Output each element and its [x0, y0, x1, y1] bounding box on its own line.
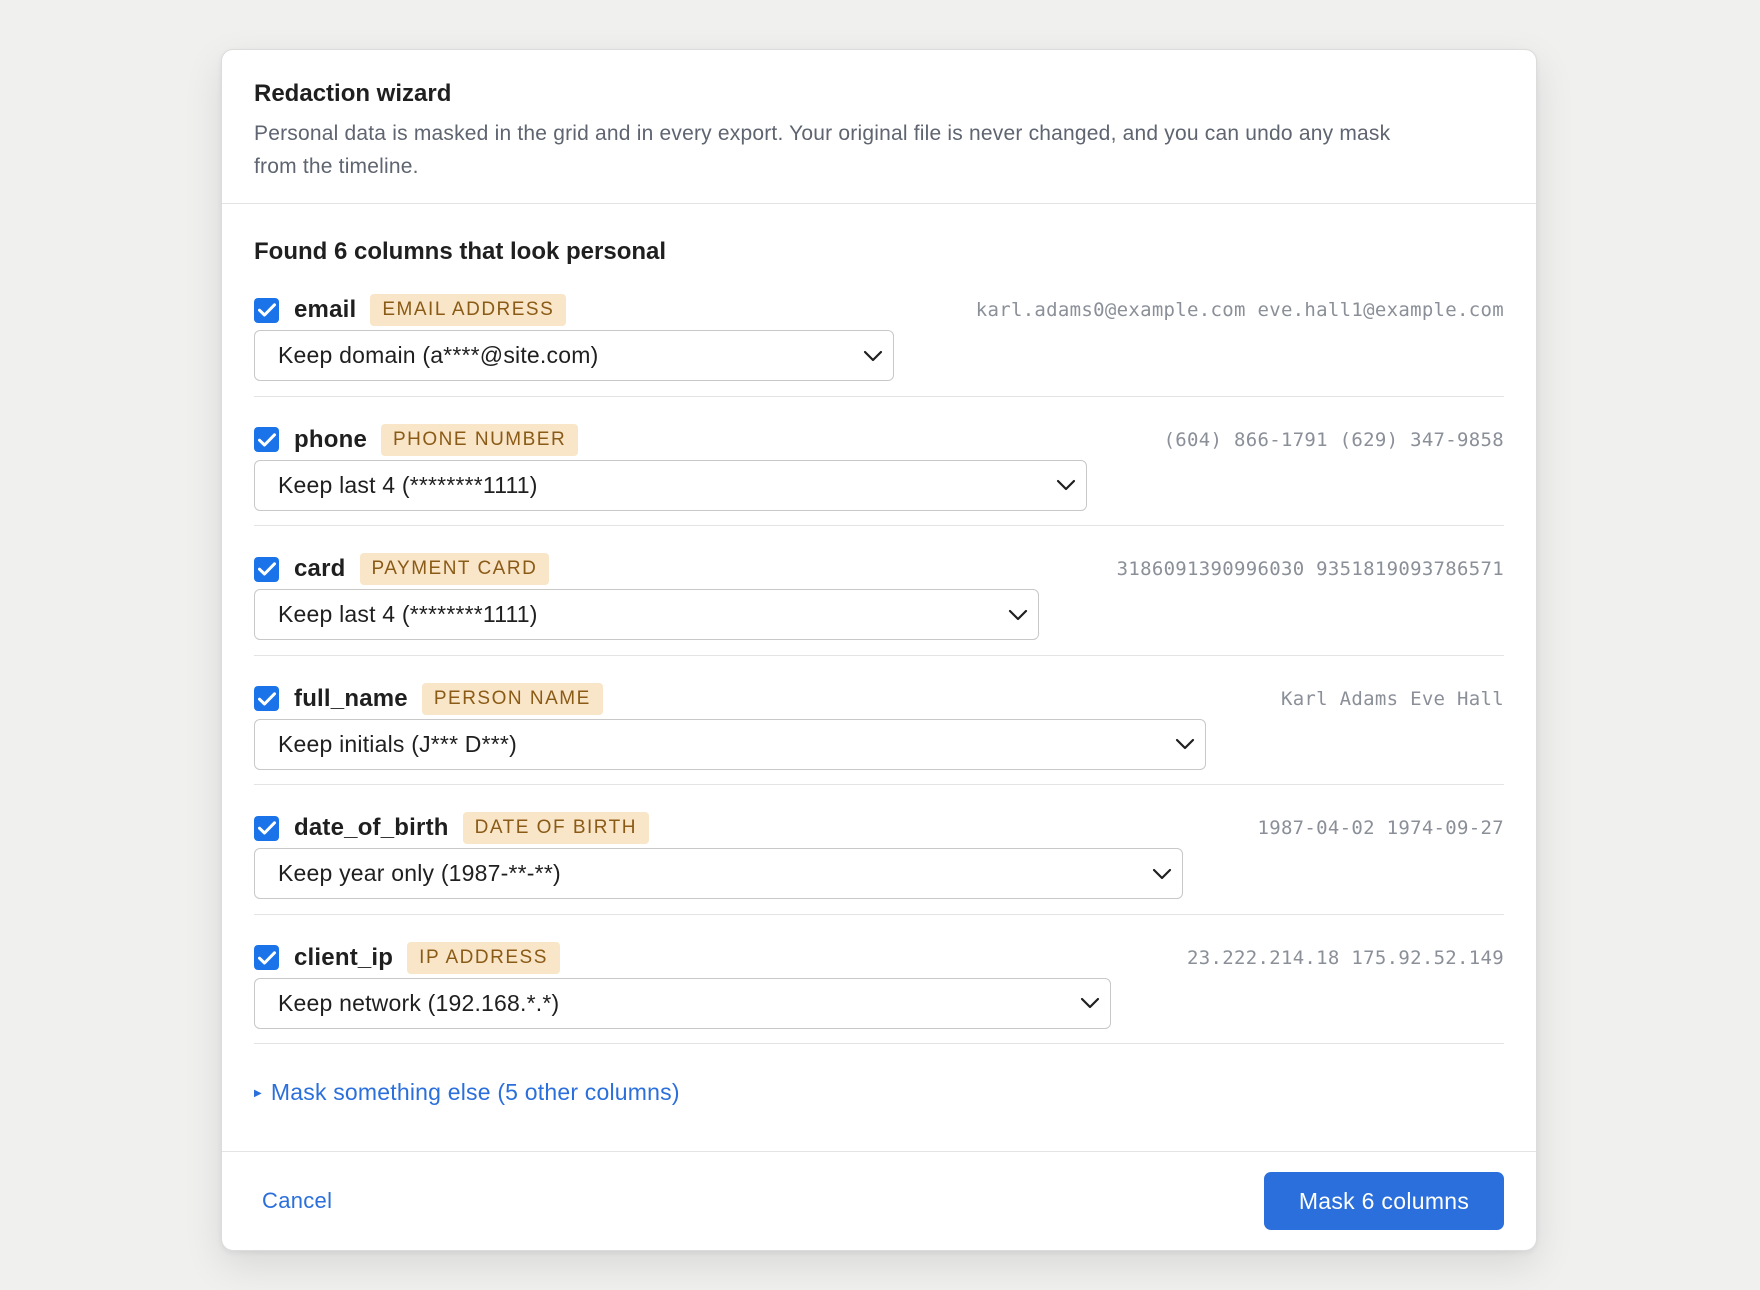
- redaction-wizard-dialog: Redaction wizard Personal data is masked…: [221, 49, 1537, 1251]
- mask-option-value: Keep year only (1987-**-**): [278, 860, 561, 886]
- mask-option-select[interactable]: Keep last 4 (********1111): [254, 459, 1087, 511]
- column-row-header: full_name PERSON NAME Karl Adams Eve Hal…: [254, 682, 1504, 715]
- column-row-header: card PAYMENT CARD 3186091390996030 93518…: [254, 553, 1504, 585]
- mask-option-select[interactable]: Keep last 4 (********1111): [254, 589, 1039, 640]
- column-sample-values: karl.adams0@example.com eve.hall1@exampl…: [975, 299, 1504, 321]
- dialog-subtitle: Personal data is masked in the grid and …: [254, 117, 1504, 183]
- column-type-badge: EMAIL ADDRESS: [370, 294, 567, 326]
- section-title: Found 6 columns that look personal: [254, 238, 667, 265]
- dialog-subtitle-line: Personal data is masked in the grid and …: [254, 122, 1391, 145]
- column-row-header: phone PHONE NUMBER (604) 866-1791 (629) …: [254, 423, 1504, 456]
- column-sample-values: (604) 866-1791 (629) 347-9858: [1163, 428, 1504, 451]
- mask-option-value: Keep initials (J*** D***): [278, 730, 517, 757]
- column-sample-values: 3186091390996030 9351819093786571: [1116, 558, 1504, 580]
- column-checkbox[interactable]: [254, 815, 279, 841]
- column-name: client_ip: [294, 943, 394, 971]
- column-type-badge: PHONE NUMBER: [381, 423, 579, 456]
- column-row-card: card PAYMENT CARD 3186091390996030 93518…: [254, 526, 1504, 656]
- checkmark-icon: [257, 691, 276, 705]
- dialog-subtitle-line: from the timeline.: [254, 155, 419, 178]
- mask-option-select[interactable]: Keep initials (J*** D***): [254, 718, 1206, 770]
- mask-something-else-label: Mask something else (5 other columns): [270, 1079, 680, 1105]
- caret-right-icon: ▶: [254, 1088, 262, 1099]
- column-checkbox[interactable]: [254, 297, 279, 323]
- column-row-date-of-birth: date_of_birth DATE OF BIRTH 1987-04-02 1…: [254, 785, 1504, 915]
- mask-option-value: Keep last 4 (********1111): [278, 471, 538, 498]
- chevron-down-icon: [1056, 479, 1076, 491]
- column-row-client-ip: client_ip IP ADDRESS 23.222.214.18 175.9…: [254, 915, 1504, 1044]
- column-name: phone: [294, 425, 367, 453]
- chevron-down-icon: [863, 350, 883, 361]
- mask-option-select[interactable]: Keep network (192.168.*.*): [254, 977, 1111, 1029]
- mask-columns-button[interactable]: Mask 6 columns: [1264, 1172, 1504, 1230]
- column-type-badge: PERSON NAME: [421, 682, 603, 715]
- column-row-header: date_of_birth DATE OF BIRTH 1987-04-02 1…: [254, 812, 1504, 844]
- chevron-down-icon: [1152, 868, 1172, 879]
- column-sample-values: 23.222.214.18 175.92.52.149: [1187, 946, 1504, 969]
- mask-something-else-toggle[interactable]: ▶ Mask something else (5 other columns): [254, 1079, 680, 1106]
- column-sample-values: 1987-04-02 1974-09-27: [1257, 817, 1504, 839]
- column-type-badge: PAYMENT CARD: [359, 553, 550, 585]
- dialog-title: Redaction wizard: [254, 80, 452, 107]
- mask-option-value: Keep network (192.168.*.*): [278, 989, 560, 1016]
- column-checkbox[interactable]: [254, 945, 279, 970]
- checkmark-icon: [257, 303, 276, 317]
- dialog-body: Found 6 columns that look personal email…: [222, 204, 1536, 1152]
- column-checkbox[interactable]: [254, 556, 279, 582]
- column-row-phone: phone PHONE NUMBER (604) 866-1791 (629) …: [254, 397, 1504, 526]
- checkmark-icon: [257, 562, 276, 576]
- column-row-header: client_ip IP ADDRESS 23.222.214.18 175.9…: [254, 941, 1504, 974]
- chevron-down-icon: [1175, 738, 1195, 750]
- column-type-badge: IP ADDRESS: [407, 941, 560, 974]
- column-row-header: email EMAIL ADDRESS karl.adams0@example.…: [254, 294, 1504, 326]
- column-name: card: [294, 555, 346, 582]
- column-name: email: [294, 296, 357, 323]
- column-name: date_of_birth: [294, 814, 449, 841]
- dialog-footer: Cancel Mask 6 columns: [222, 1151, 1536, 1250]
- checkmark-icon: [257, 950, 276, 964]
- dialog-header: Redaction wizard Personal data is masked…: [222, 50, 1536, 204]
- mask-option-value: Keep last 4 (********1111): [278, 601, 538, 627]
- column-name: full_name: [294, 684, 408, 712]
- checkmark-icon: [257, 821, 276, 835]
- chevron-down-icon: [1008, 609, 1028, 620]
- chevron-down-icon: [1080, 997, 1100, 1009]
- mask-option-select[interactable]: Keep domain (a****@site.com): [254, 330, 894, 381]
- column-type-badge: DATE OF BIRTH: [462, 812, 649, 844]
- column-row-full-name: full_name PERSON NAME Karl Adams Eve Hal…: [254, 656, 1504, 785]
- column-row-email: email EMAIL ADDRESS karl.adams0@example.…: [254, 267, 1504, 397]
- checkmark-icon: [257, 432, 276, 446]
- column-sample-values: Karl Adams Eve Hall: [1280, 687, 1504, 710]
- column-checkbox[interactable]: [254, 427, 279, 452]
- mask-option-value: Keep domain (a****@site.com): [278, 342, 599, 368]
- mask-option-select[interactable]: Keep year only (1987-**-**): [254, 848, 1183, 899]
- column-checkbox[interactable]: [254, 686, 279, 711]
- cancel-button[interactable]: Cancel: [262, 1188, 332, 1214]
